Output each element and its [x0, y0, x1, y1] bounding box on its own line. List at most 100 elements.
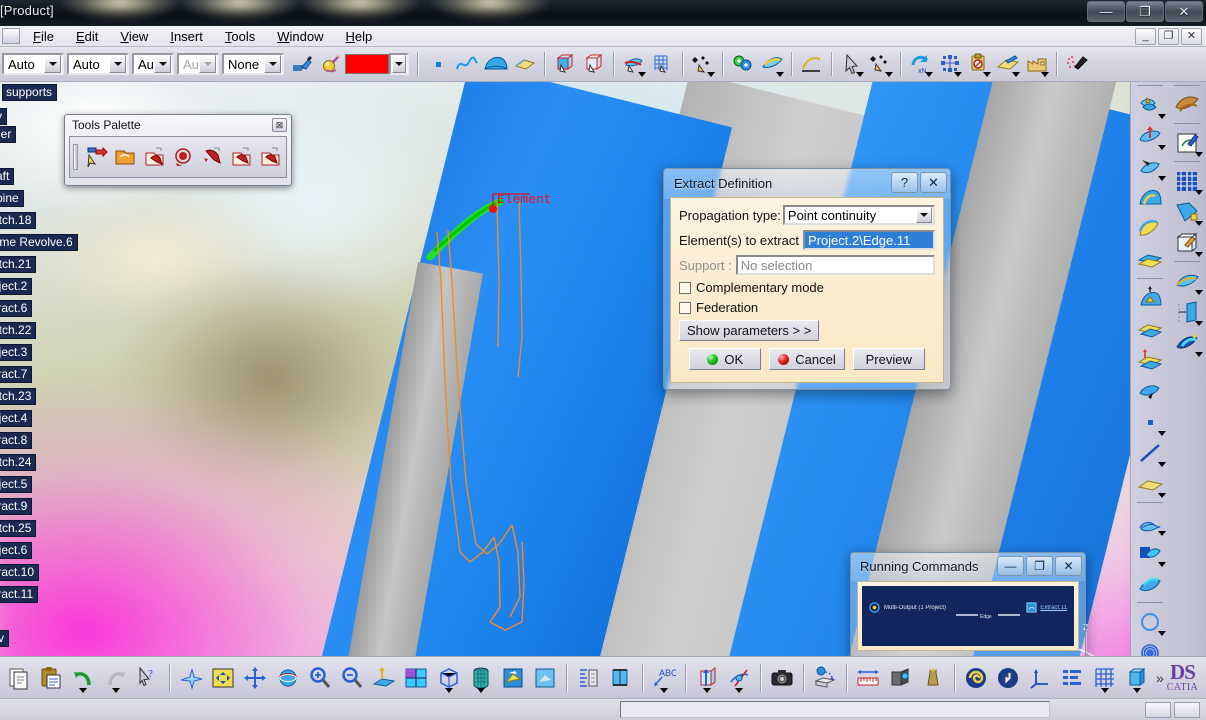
pattern-grid-icon[interactable] [1170, 166, 1204, 195]
dropdown-arrow-icon[interactable] [1157, 493, 1166, 498]
dropdown-arrow-icon[interactable] [1157, 462, 1166, 467]
fillet-icon[interactable] [1170, 266, 1204, 295]
tree-node[interactable]: etch.24 [0, 454, 37, 471]
status-indicator[interactable] [1174, 701, 1200, 718]
fill-icon[interactable] [511, 51, 538, 78]
running-command-node[interactable]: Multi-Output (1 Project) [869, 602, 946, 613]
extract-link-label[interactable]: Extract.11 [1040, 605, 1067, 611]
dropdown-arrow-icon[interactable] [1157, 145, 1166, 150]
dropdown-arrow-icon[interactable] [476, 688, 485, 693]
undo-icon[interactable] [68, 661, 98, 694]
swap-visible-icon[interactable] [573, 661, 603, 694]
annotate-icon[interactable] [994, 51, 1021, 78]
dropdown-arrow-icon[interactable] [638, 71, 646, 77]
assembly-icon[interactable] [729, 51, 756, 78]
help-icon[interactable]: ? [891, 172, 918, 193]
fit-all-icon[interactable] [208, 661, 238, 694]
chevron-down-icon[interactable] [392, 55, 406, 73]
tree-node[interactable]: etch.22 [0, 322, 37, 339]
measure-inertia-icon[interactable] [885, 661, 915, 694]
elements-to-extract-field[interactable]: Project.2\Edge.11 [802, 230, 935, 250]
mdi-close-button[interactable]: ✕ [1181, 28, 1202, 45]
tree-node[interactable]: etch.25 [0, 520, 37, 537]
copy-feature-icon[interactable] [227, 144, 254, 171]
rotate-icon[interactable] [272, 661, 302, 694]
tree-node[interactable]: oject.5 [0, 476, 33, 493]
tree-node[interactable]: ctract.7 [0, 366, 33, 383]
running-commands-graph[interactable]: Multi-Output (1 Project) Edge Extract.11 [862, 586, 1074, 646]
select-arrow-icon[interactable] [838, 51, 865, 78]
line-icon[interactable] [1133, 438, 1167, 467]
system-menu-icon[interactable] [2, 28, 20, 44]
dropdown-arrow-icon[interactable] [1012, 71, 1020, 77]
point-icon[interactable] [424, 51, 451, 78]
tree-order-icon[interactable] [1057, 661, 1087, 694]
offset-surface-icon[interactable] [1133, 183, 1167, 212]
dropdown-arrow-icon[interactable] [444, 688, 453, 693]
toolbar-overflow-icon[interactable]: » [1156, 670, 1164, 686]
window-close-button[interactable]: ✕ [1165, 1, 1203, 22]
hide-show-icon[interactable] [530, 661, 560, 694]
show-parameters-button[interactable]: Show parameters > > [679, 320, 820, 341]
extract-definition-dialog[interactable]: Extract Definition ? ✕ Propagation type:… [663, 168, 951, 390]
chevron-down-icon[interactable] [916, 207, 932, 223]
dropdown-arrow-icon[interactable] [79, 688, 88, 693]
tree-node[interactable]: oject.4 [0, 410, 33, 427]
revolve-surface-icon[interactable] [1133, 152, 1167, 181]
surface-icon[interactable] [482, 51, 509, 78]
extrude-surface-icon[interactable] [1133, 121, 1167, 150]
dropdown-arrow-icon[interactable] [1157, 562, 1166, 567]
dropdown-arrow-icon[interactable] [1132, 688, 1141, 693]
menu-item-insert[interactable]: Insert [159, 27, 214, 46]
menu-item-view[interactable]: View [109, 27, 159, 46]
apply-material-icon[interactable] [498, 661, 528, 694]
whats-this-icon[interactable]: ? [133, 661, 163, 694]
camera-icon[interactable] [767, 661, 797, 694]
tree-node[interactable]: rbine [0, 190, 24, 207]
intersection-icon[interactable] [1133, 569, 1167, 598]
split-icon[interactable] [1133, 345, 1167, 374]
grid-icon[interactable] [1090, 661, 1120, 694]
dropdown-arrow-icon[interactable] [1157, 631, 1166, 636]
dropdown-arrow-icon[interactable] [1195, 221, 1204, 226]
linetype-combo[interactable]: Aut [132, 53, 174, 75]
dropdown-arrow-icon[interactable] [1195, 190, 1204, 195]
isometric-view-icon[interactable] [433, 661, 463, 694]
color-swatch[interactable] [345, 54, 389, 74]
plane-icon[interactable] [1133, 469, 1167, 498]
dropdown-arrow-icon[interactable] [111, 688, 120, 693]
restore-icon[interactable]: ❐ [1026, 556, 1053, 576]
window-restore-button[interactable]: ❐ [1126, 1, 1164, 22]
measure-weight-icon[interactable] [918, 661, 948, 694]
window-minimize-button[interactable]: — [1087, 1, 1125, 22]
healing-icon[interactable] [1170, 328, 1204, 357]
zoom-out-icon[interactable] [337, 661, 367, 694]
close-icon[interactable]: ✕ [920, 172, 947, 193]
wand-sparkle-icon[interactable] [689, 51, 716, 78]
tree-node[interactable]: y [0, 108, 7, 125]
running-commands-window[interactable]: Running Commands — ❐ ✕ Multi-Output (1 P… [850, 552, 1086, 658]
dropdown-arrow-icon[interactable] [1195, 290, 1204, 295]
spline-icon[interactable] [453, 51, 480, 78]
shading-icon[interactable] [466, 661, 496, 694]
tree-node[interactable]: ctract.10 [0, 564, 40, 581]
annotation-text-icon[interactable]: ABC [648, 661, 678, 694]
dropdown-arrow-icon[interactable] [1195, 321, 1204, 326]
copy-icon[interactable] [4, 661, 34, 694]
painter-icon[interactable] [288, 51, 315, 78]
cut-plane-icon[interactable] [692, 661, 722, 694]
dropdown-arrow-icon[interactable] [885, 71, 893, 77]
simulate-icon[interactable] [961, 661, 991, 694]
dropdown-arrow-icon[interactable] [1100, 688, 1109, 693]
tree-node[interactable]: oject.2 [0, 278, 33, 295]
tree-node[interactable]: ner [0, 126, 17, 143]
sweep-icon[interactable] [620, 51, 647, 78]
tree-node[interactable]: ctract.8 [0, 432, 33, 449]
select-cursor-icon[interactable] [82, 144, 109, 171]
complementary-mode-row[interactable]: Complementary mode [679, 280, 935, 295]
minimize-icon[interactable]: — [997, 556, 1024, 576]
dropdown-arrow-icon[interactable] [1195, 152, 1204, 157]
pan-icon[interactable] [240, 661, 270, 694]
highlight-brush-icon[interactable] [1063, 51, 1090, 78]
zoom-in-icon[interactable] [305, 661, 335, 694]
